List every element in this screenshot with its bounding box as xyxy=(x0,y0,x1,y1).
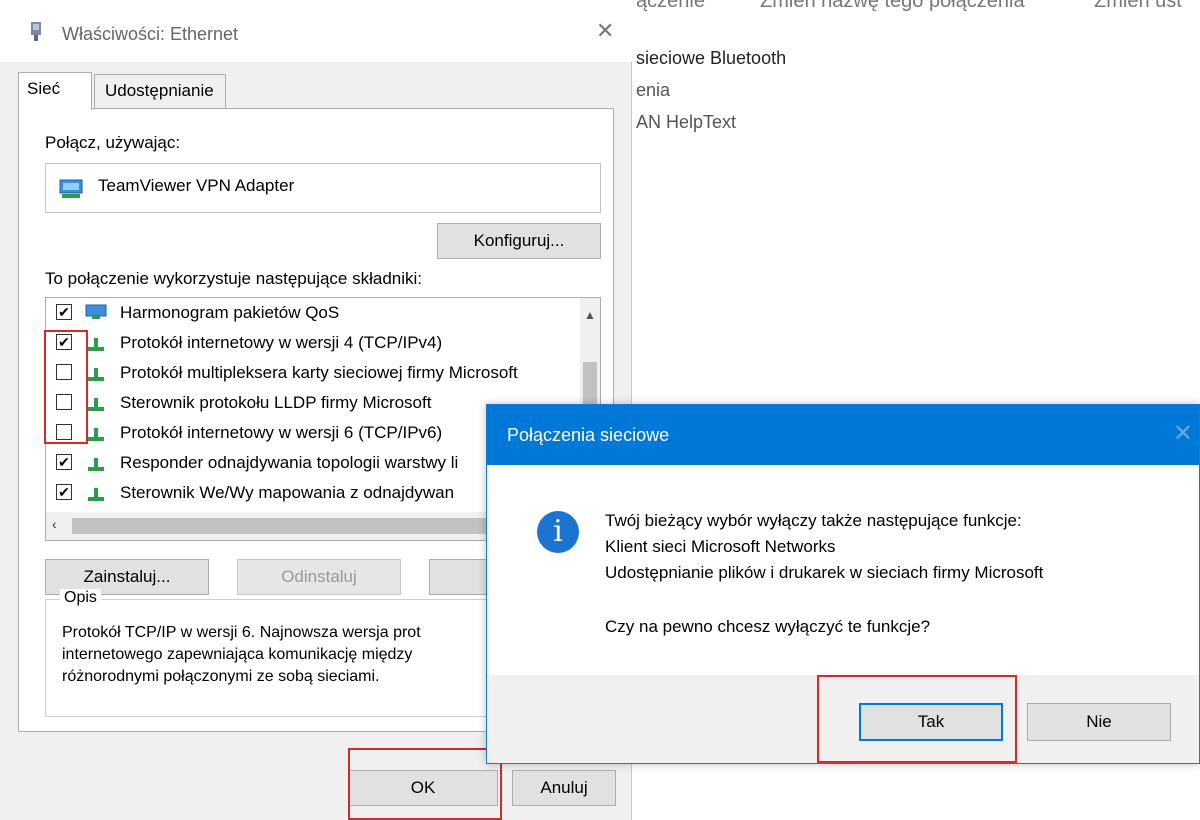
component-label: Protokół internetowy w wersji 4 (TCP/IPv… xyxy=(120,333,443,352)
tab-network[interactable]: Sieć xyxy=(18,72,92,110)
network-adapter-icon xyxy=(31,22,41,41)
message-question: Czy na pewno chcesz wyłączyć te funkcje? xyxy=(605,617,931,636)
message-line: Klient sieci Microsoft Networks xyxy=(605,537,836,556)
cancel-button[interactable]: Anuluj xyxy=(512,770,616,806)
message-line: Udostępnianie plików i drukarek w siecia… xyxy=(605,563,1044,582)
scroll-up-icon[interactable]: ▲ xyxy=(584,308,596,322)
toolbar-item-change-settings[interactable]: Zmień ust xyxy=(1094,0,1182,13)
protocol-icon xyxy=(88,488,104,501)
adapter-name: TeamViewer VPN Adapter xyxy=(98,176,295,195)
connection-name: sieciowe Bluetooth xyxy=(636,48,787,68)
component-checkbox[interactable] xyxy=(56,424,72,440)
message-titlebar: Połączenia sieciowe ✕ xyxy=(487,405,1199,465)
components-label: To połączenie wykorzystuje następujące s… xyxy=(45,269,423,288)
tab-sharing[interactable]: Udostępnianie xyxy=(94,74,226,108)
component-checkbox[interactable] xyxy=(56,394,72,410)
network-card-icon xyxy=(59,179,83,198)
protocol-icon xyxy=(88,428,104,441)
protocol-icon xyxy=(88,458,104,471)
dialog-title: Właściwości: Ethernet xyxy=(62,24,239,44)
list-item[interactable]: Protokół multipleksera karty sieciowej f… xyxy=(46,358,582,388)
component-checkbox[interactable]: ✔ xyxy=(56,334,72,350)
toolbar-item-rename[interactable]: Zmień nazwę tego połączenia xyxy=(760,0,1025,13)
component-label: Protokół internetowy w wersji 6 (TCP/IPv… xyxy=(120,423,443,442)
component-label: Harmonogram pakietów QoS xyxy=(120,303,340,322)
configure-button[interactable]: Konfiguruj... xyxy=(437,223,601,259)
component-label: Protokół multipleksera karty sieciowej f… xyxy=(120,363,518,382)
component-checkbox[interactable]: ✔ xyxy=(56,454,72,470)
protocol-icon xyxy=(88,398,104,411)
component-checkbox[interactable]: ✔ xyxy=(56,304,72,320)
protocol-icon xyxy=(88,368,104,381)
no-button[interactable]: Nie xyxy=(1027,703,1171,741)
ok-button[interactable]: OK xyxy=(348,770,498,806)
dialog-titlebar: Właściwości: Ethernet ✕ xyxy=(0,0,632,62)
list-item[interactable]: ✔ Protokół internetowy w wersji 4 (TCP/I… xyxy=(46,328,582,358)
component-label: Sterownik We/Wy mapowania z odnajdywan xyxy=(120,483,455,502)
list-item[interactable]: ✔ Harmonogram pakietów QoS xyxy=(46,298,582,328)
component-label: Sterownik protokołu LLDP firmy Microsoft xyxy=(120,393,432,412)
description-text: Protokół TCP/IP w wersji 6. Najnowsza we… xyxy=(62,624,421,685)
info-icon: i xyxy=(537,511,579,553)
uninstall-button[interactable]: Odinstaluj xyxy=(237,559,401,595)
protocol-icon xyxy=(88,338,104,351)
yes-button[interactable]: Tak xyxy=(859,703,1003,741)
toolbar-item-connection[interactable]: ączenie xyxy=(636,0,705,13)
connect-using-label: Połącz, używając: xyxy=(45,133,181,152)
close-icon[interactable]: ✕ xyxy=(596,18,614,44)
network-service-icon xyxy=(85,304,107,319)
connection-device: AN HelpText xyxy=(636,112,737,132)
message-line: Twój bieżący wybór wyłączy także następu… xyxy=(605,511,1022,530)
close-icon[interactable]: ✕ xyxy=(1173,419,1193,448)
scroll-thumb[interactable] xyxy=(72,518,502,534)
component-checkbox[interactable] xyxy=(56,364,72,380)
network-connections-message-box: Połączenia sieciowe ✕ i Twój bieżący wyb… xyxy=(486,404,1200,764)
explorer-toolbar: ączenie Zmień nazwę tego połączenia Zmie… xyxy=(632,0,1200,22)
connection-status: enia xyxy=(636,80,671,100)
message-footer: Tak Nie xyxy=(487,675,1199,763)
scroll-left-icon[interactable]: ‹ xyxy=(52,516,57,532)
message-body: i Twój bieżący wybór wyłączy także nastę… xyxy=(487,465,1199,675)
component-checkbox[interactable]: ✔ xyxy=(56,484,72,500)
description-legend: Opis xyxy=(60,589,101,607)
adapter-field: TeamViewer VPN Adapter xyxy=(45,163,601,213)
component-label: Responder odnajdywania topologii warstwy… xyxy=(120,453,459,472)
message-title: Połączenia sieciowe xyxy=(507,425,670,445)
